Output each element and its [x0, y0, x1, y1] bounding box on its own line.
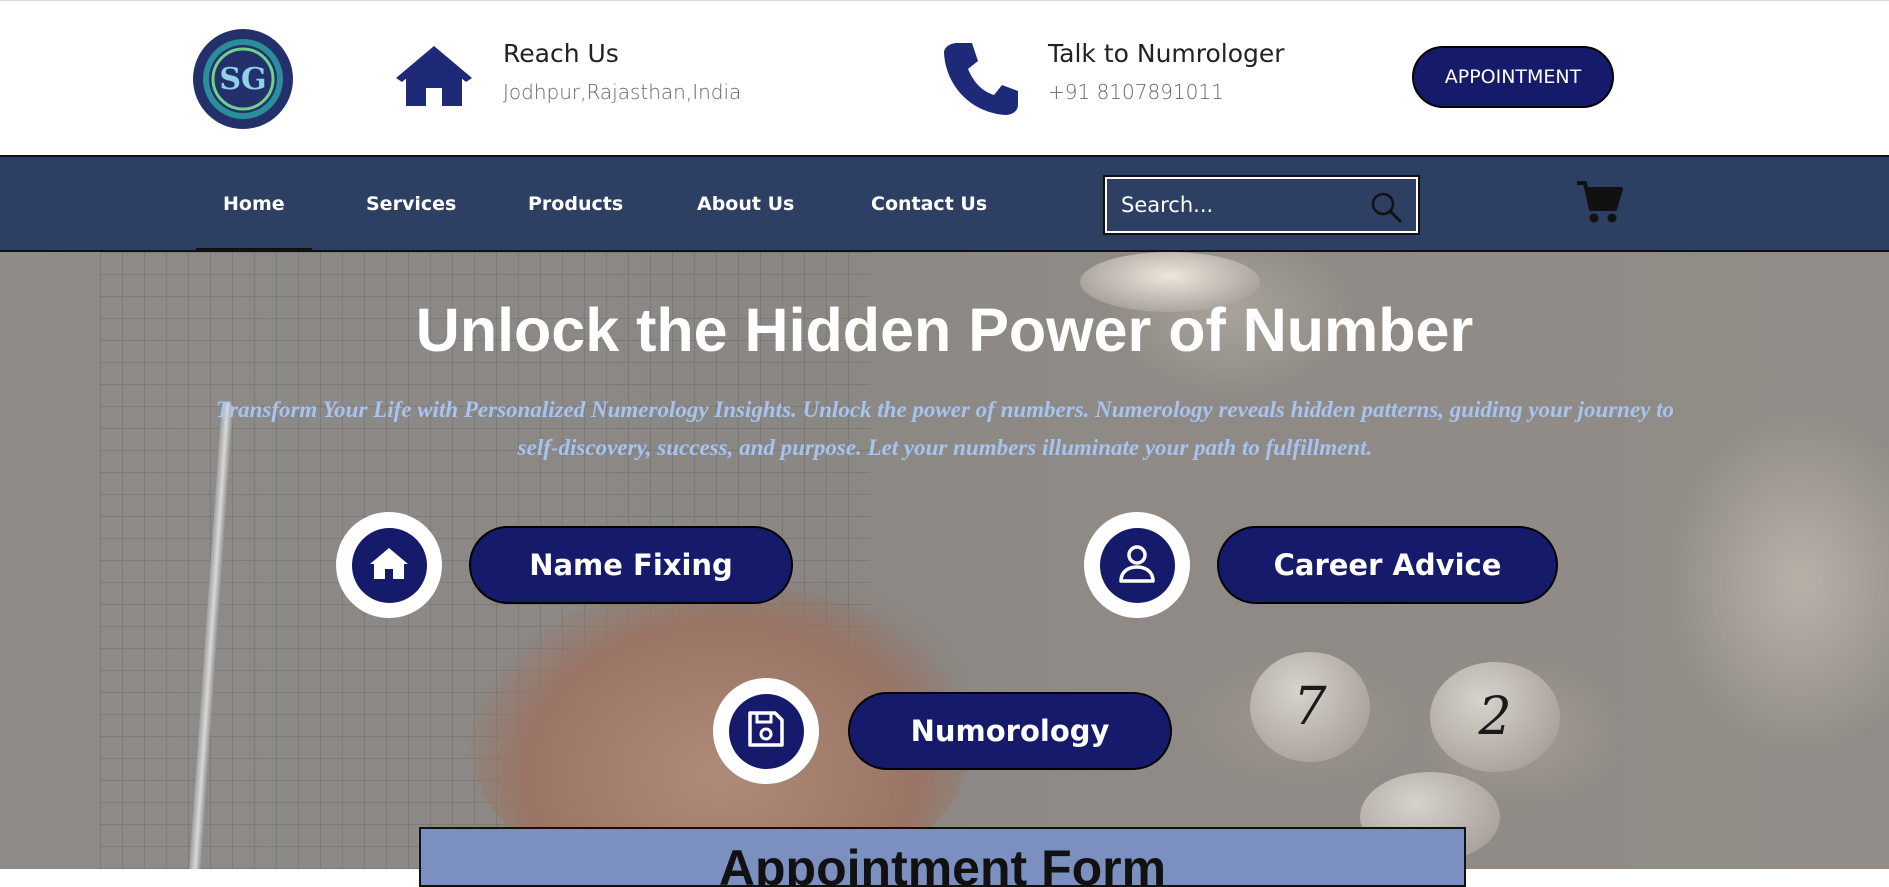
logo-emblem-icon: SG	[203, 39, 283, 119]
stone-number: 2	[1478, 687, 1512, 747]
service-icon-circle	[713, 678, 819, 784]
stone-number: 7	[1293, 677, 1327, 737]
hero-title: Unlock the Hidden Power of Number	[415, 296, 1474, 364]
hero-subtitle: Transform Your Life with Personalized Nu…	[215, 397, 1675, 460]
nav-item-about[interactable]: About Us	[697, 157, 794, 250]
name-fixing-button[interactable]: Name Fixing	[469, 526, 793, 604]
stone-two: 2	[1430, 662, 1560, 772]
main-nav: Home Services Products About Us Contact …	[0, 155, 1889, 252]
service-name-fixing: Name Fixing	[336, 512, 793, 618]
talk-block: Talk to Numrologer +91 8107891011	[1048, 39, 1285, 104]
home-icon	[396, 46, 472, 113]
nav-item-services[interactable]: Services	[366, 157, 456, 250]
service-numorology: Numorology	[713, 678, 1172, 784]
reach-us-block: Reach Us Jodhpur,Rajasthan,India	[503, 39, 741, 104]
reach-us-title: Reach Us	[503, 39, 619, 68]
logo-text: SG	[219, 62, 266, 97]
search-icon[interactable]	[1370, 191, 1402, 228]
user-icon	[1117, 543, 1157, 588]
home-icon	[369, 546, 409, 585]
appointment-form-title: Appointment Form	[718, 840, 1167, 887]
talk-phone: +91 8107891011	[1048, 80, 1224, 104]
service-career-advice: Career Advice	[1084, 512, 1558, 618]
search-box	[1103, 175, 1420, 235]
logo[interactable]: SG	[193, 29, 293, 129]
nav-item-contact[interactable]: Contact Us	[871, 157, 987, 250]
service-icon-circle	[336, 512, 442, 618]
cart-icon[interactable]	[1575, 179, 1623, 230]
top-header: SG Reach Us Jodhpur,Rajasthan,India Talk…	[0, 0, 1889, 155]
phone-icon	[942, 39, 1020, 122]
numorology-button[interactable]: Numorology	[848, 692, 1172, 770]
talk-title: Talk to Numrologer	[1048, 39, 1285, 68]
search-input[interactable]	[1107, 192, 1363, 218]
save-icon	[747, 710, 785, 753]
nav-item-home[interactable]: Home	[196, 157, 312, 251]
reach-us-address: Jodhpur,Rajasthan,India	[503, 80, 742, 104]
stone-seven: 7	[1250, 652, 1370, 762]
service-icon-circle	[1084, 512, 1190, 618]
appointment-button[interactable]: APPOINTMENT	[1412, 46, 1614, 108]
career-advice-button[interactable]: Career Advice	[1217, 526, 1558, 604]
appointment-form: Appointment Form	[419, 827, 1466, 887]
nav-item-products[interactable]: Products	[528, 157, 623, 250]
